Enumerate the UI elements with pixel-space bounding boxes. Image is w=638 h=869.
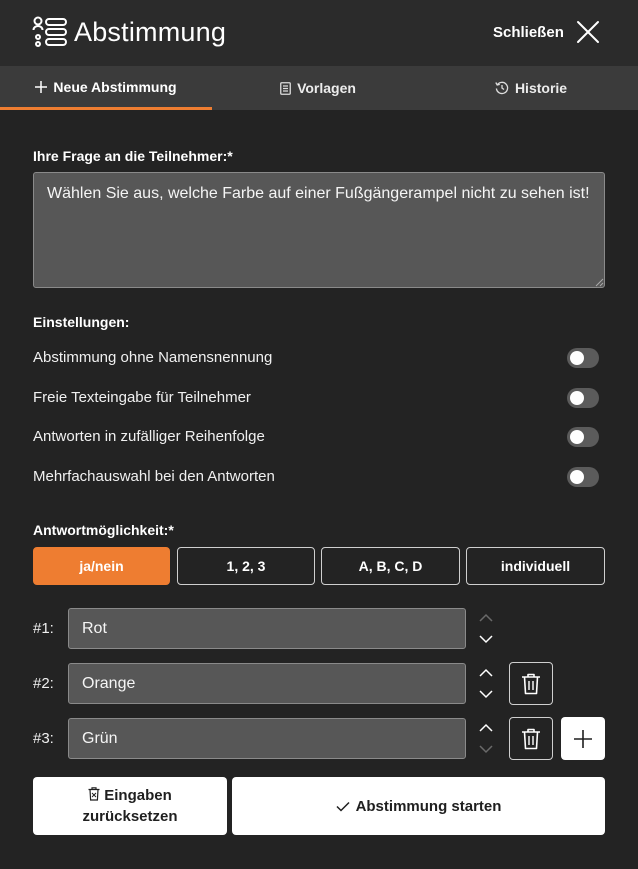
toggle-anonymous[interactable] <box>567 348 599 368</box>
mode-numbers-button[interactable]: 1, 2, 3 <box>177 547 315 585</box>
chevron-down-icon[interactable] <box>478 633 494 645</box>
setting-anonymous: Abstimmung ohne Namensnennung <box>33 346 601 370</box>
plus-icon <box>35 80 48 93</box>
start-poll-label: Abstimmung starten <box>355 797 502 815</box>
resize-grip-icon[interactable] <box>594 277 604 287</box>
setting-random-order: Antworten in zufälliger Reihenfolge <box>33 425 601 449</box>
poll-list-icon <box>32 16 67 47</box>
dialog-header: Abstimmung Schließen <box>0 0 638 66</box>
tab-bar: Neue Abstimmung Vorlagen Historie <box>0 66 638 110</box>
reset-label: Eingaben zurücksetzen <box>82 785 177 827</box>
toggle-random-order[interactable] <box>567 427 599 447</box>
toggle-knob <box>570 430 584 444</box>
chevron-up-icon[interactable] <box>478 612 494 624</box>
toggle-multiple-choice[interactable] <box>567 467 599 487</box>
mode-yes-no-button[interactable]: ja/nein <box>33 547 170 585</box>
reset-label-line1-wrap: Eingaben <box>82 785 177 806</box>
trash-icon <box>88 787 100 801</box>
answer-type-label: Antwortmöglichkeit:* <box>33 522 174 538</box>
plus-icon <box>574 729 592 748</box>
toggle-knob <box>570 391 584 405</box>
chevron-down-icon[interactable] <box>478 743 494 755</box>
chevron-up-icon[interactable] <box>478 722 494 734</box>
setting-label: Antworten in zufälliger Reihenfolge <box>33 428 265 445</box>
option-number: #1: <box>33 620 54 637</box>
toggle-knob <box>570 351 584 365</box>
chevron-down-icon[interactable] <box>478 688 494 700</box>
page-title: Abstimmung <box>74 17 227 47</box>
option-input-2[interactable]: Orange <box>68 663 466 704</box>
option-number: #3: <box>33 730 54 747</box>
delete-option-3-button[interactable] <box>509 717 553 760</box>
tab-history[interactable]: Historie <box>424 66 638 110</box>
check-icon <box>336 801 350 812</box>
tab-new-poll[interactable]: Neue Abstimmung <box>0 66 212 110</box>
mode-letters-button[interactable]: A, B, C, D <box>321 547 460 585</box>
tab-templates[interactable]: Vorlagen <box>212 66 424 110</box>
toggle-knob <box>570 470 584 484</box>
add-option-button[interactable] <box>561 717 605 760</box>
close-icon[interactable] <box>576 20 600 44</box>
setting-label: Freie Texteingabe für Teilnehmer <box>33 389 251 406</box>
close-label[interactable]: Schließen <box>493 23 564 43</box>
tab-label: Vorlagen <box>297 80 356 96</box>
tab-label: Neue Abstimmung <box>53 78 177 95</box>
history-icon <box>495 81 509 95</box>
question-input[interactable]: Wählen Sie aus, welche Farbe auf einer F… <box>33 172 605 288</box>
trash-icon <box>522 673 540 694</box>
delete-option-2-button[interactable] <box>509 662 553 705</box>
template-icon <box>280 81 291 95</box>
option-input-1[interactable]: Rot <box>68 608 466 649</box>
option-input-3[interactable]: Grün <box>68 718 466 759</box>
setting-label: Abstimmung ohne Namensnennung <box>33 349 273 366</box>
option-number: #2: <box>33 675 54 692</box>
setting-label: Mehrfachauswahl bei den Antworten <box>33 468 275 485</box>
mode-custom-button[interactable]: individuell <box>466 547 605 585</box>
setting-multiple-choice: Mehrfachauswahl bei den Antworten <box>33 465 601 489</box>
reset-label-line2: zurücksetzen <box>82 808 178 825</box>
question-label: Ihre Frage an die Teilnehmer:* <box>33 148 233 164</box>
reset-inputs-button[interactable]: Eingaben zurücksetzen <box>33 777 227 835</box>
tab-label: Historie <box>514 80 568 96</box>
toggle-free-text[interactable] <box>567 388 599 408</box>
setting-free-text: Freie Texteingabe für Teilnehmer <box>33 386 601 410</box>
chevron-up-icon[interactable] <box>478 667 494 679</box>
reset-label-line1: Eingaben <box>104 787 172 804</box>
trash-icon <box>522 728 540 749</box>
start-poll-button[interactable]: Abstimmung starten <box>232 777 605 835</box>
settings-label: Einstellungen: <box>33 314 130 330</box>
